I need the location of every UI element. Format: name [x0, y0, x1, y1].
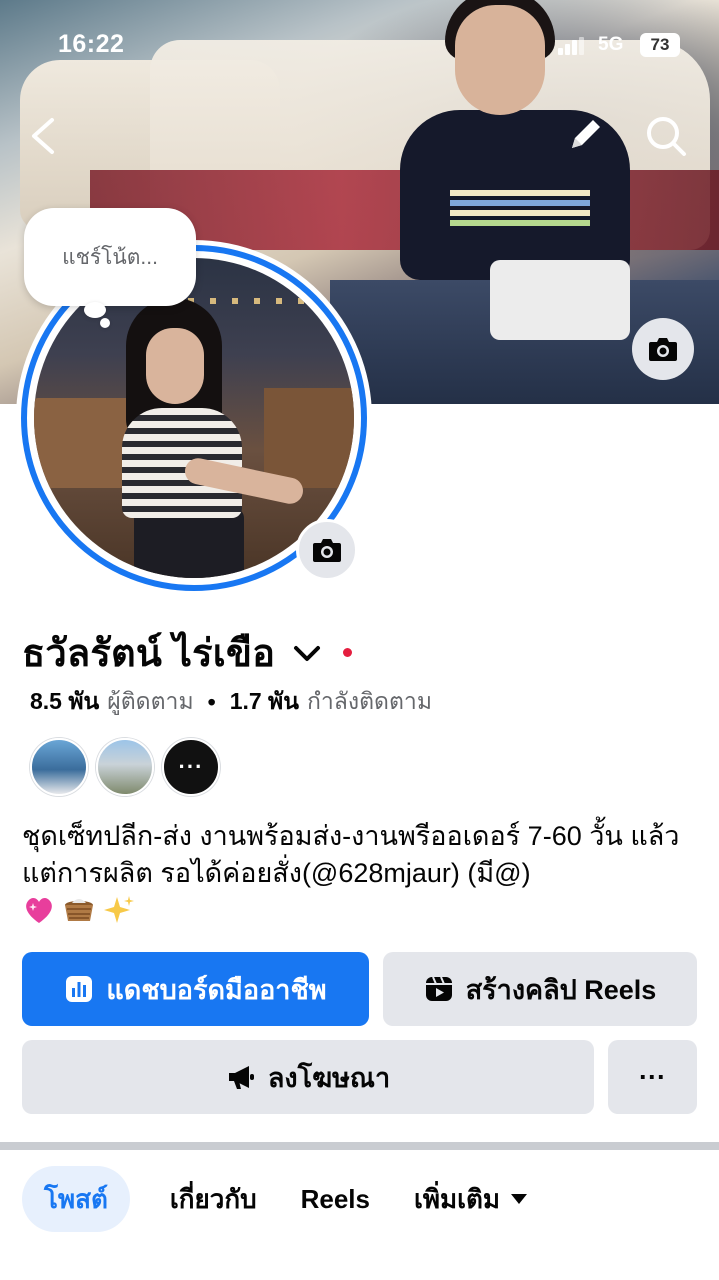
pencil-icon[interactable] [566, 114, 606, 154]
chevron-down-icon[interactable] [291, 637, 323, 669]
status-bar: 16:22 5G 73 [0, 28, 719, 68]
cover-camera-button[interactable] [632, 318, 694, 380]
bio-emoji-row [22, 893, 136, 927]
search-icon[interactable] [644, 114, 688, 158]
dashboard-chart-icon [66, 976, 93, 1002]
tab-label: เพิ่มเติม [413, 1183, 501, 1214]
back-arrow-icon[interactable] [26, 116, 60, 156]
more-options-icon: ··· [639, 1061, 666, 1092]
sparkling-heart-icon [26, 898, 52, 923]
note-bubble-tail [84, 302, 106, 318]
professional-dashboard-button[interactable]: แดชบอร์ดมืออาชีพ [22, 952, 369, 1026]
more-options-button[interactable]: ··· [608, 1040, 697, 1114]
section-divider [0, 1142, 719, 1150]
following-label: กำลังติดตาม [306, 688, 432, 714]
tab-about[interactable]: เกี่ยวกับ [148, 1166, 279, 1232]
stats-separator: • [207, 688, 216, 715]
profile-name: ธวัลรัตน์ ไร่เขือ [22, 633, 276, 675]
followers-label: ผู้ติดตาม [107, 688, 194, 714]
camera-icon [649, 338, 677, 361]
follow-stats[interactable]: 8.5 พัน ผู้ติดตาม • 1.7 พัน กำลังติดตาม [30, 684, 432, 720]
tab-label: เกี่ยวกับ [169, 1183, 257, 1214]
more-friends-icon[interactable]: ··· [162, 738, 220, 796]
advertise-label: ลงโฆษณา [267, 1062, 391, 1093]
followers-count: 8.5 พัน [30, 688, 100, 714]
profile-tabs: โพสต์ เกี่ยวกับ Reels เพิ่มเติม [22, 1166, 550, 1232]
create-reels-label: สร้างคลิป Reels [465, 974, 657, 1005]
megaphone-icon [228, 1066, 254, 1089]
profile-name-row[interactable]: ธวัลรัตน์ ไร่เขือ [22, 622, 353, 683]
battery-icon: 73 [640, 33, 680, 57]
tab-more[interactable]: เพิ่มเติม [392, 1166, 550, 1232]
sparkles-icon [104, 896, 134, 923]
advertise-button[interactable]: ลงโฆษณา [22, 1040, 594, 1114]
create-reels-button[interactable]: สร้างคลิป Reels [383, 952, 697, 1026]
profile-camera-button[interactable] [296, 519, 358, 581]
signal-icon [558, 37, 584, 55]
note-placeholder: แชร์โน้ต... [62, 245, 158, 269]
more-friends-dots: ··· [178, 754, 204, 779]
reels-icon [425, 976, 452, 1001]
friend-avatars[interactable]: ··· [30, 738, 220, 796]
tab-label: Reels [300, 1183, 370, 1214]
professional-dashboard-label: แดชบอร์ดมืออาชีพ [106, 974, 327, 1005]
note-bubble-tail [100, 318, 110, 328]
note-bubble[interactable]: แชร์โน้ต... [24, 208, 196, 306]
status-time: 16:22 [58, 30, 125, 58]
network-type: 5G [598, 34, 624, 55]
tab-label: โพสต์ [44, 1183, 108, 1214]
tab-reels[interactable]: Reels [279, 1166, 392, 1232]
tab-posts[interactable]: โพสต์ [22, 1166, 130, 1232]
caret-down-icon [511, 1194, 528, 1204]
profile-bio: ชุดเซ็ทปลีก-ส่ง งานพร้อมส่ง-งานพรีออเดอร… [22, 821, 680, 888]
camera-icon [313, 539, 341, 562]
basket-icon [65, 899, 93, 921]
avatar[interactable] [30, 738, 88, 796]
notification-dot [343, 648, 353, 657]
following-count: 1.7 พัน [229, 688, 299, 714]
avatar[interactable] [96, 738, 154, 796]
